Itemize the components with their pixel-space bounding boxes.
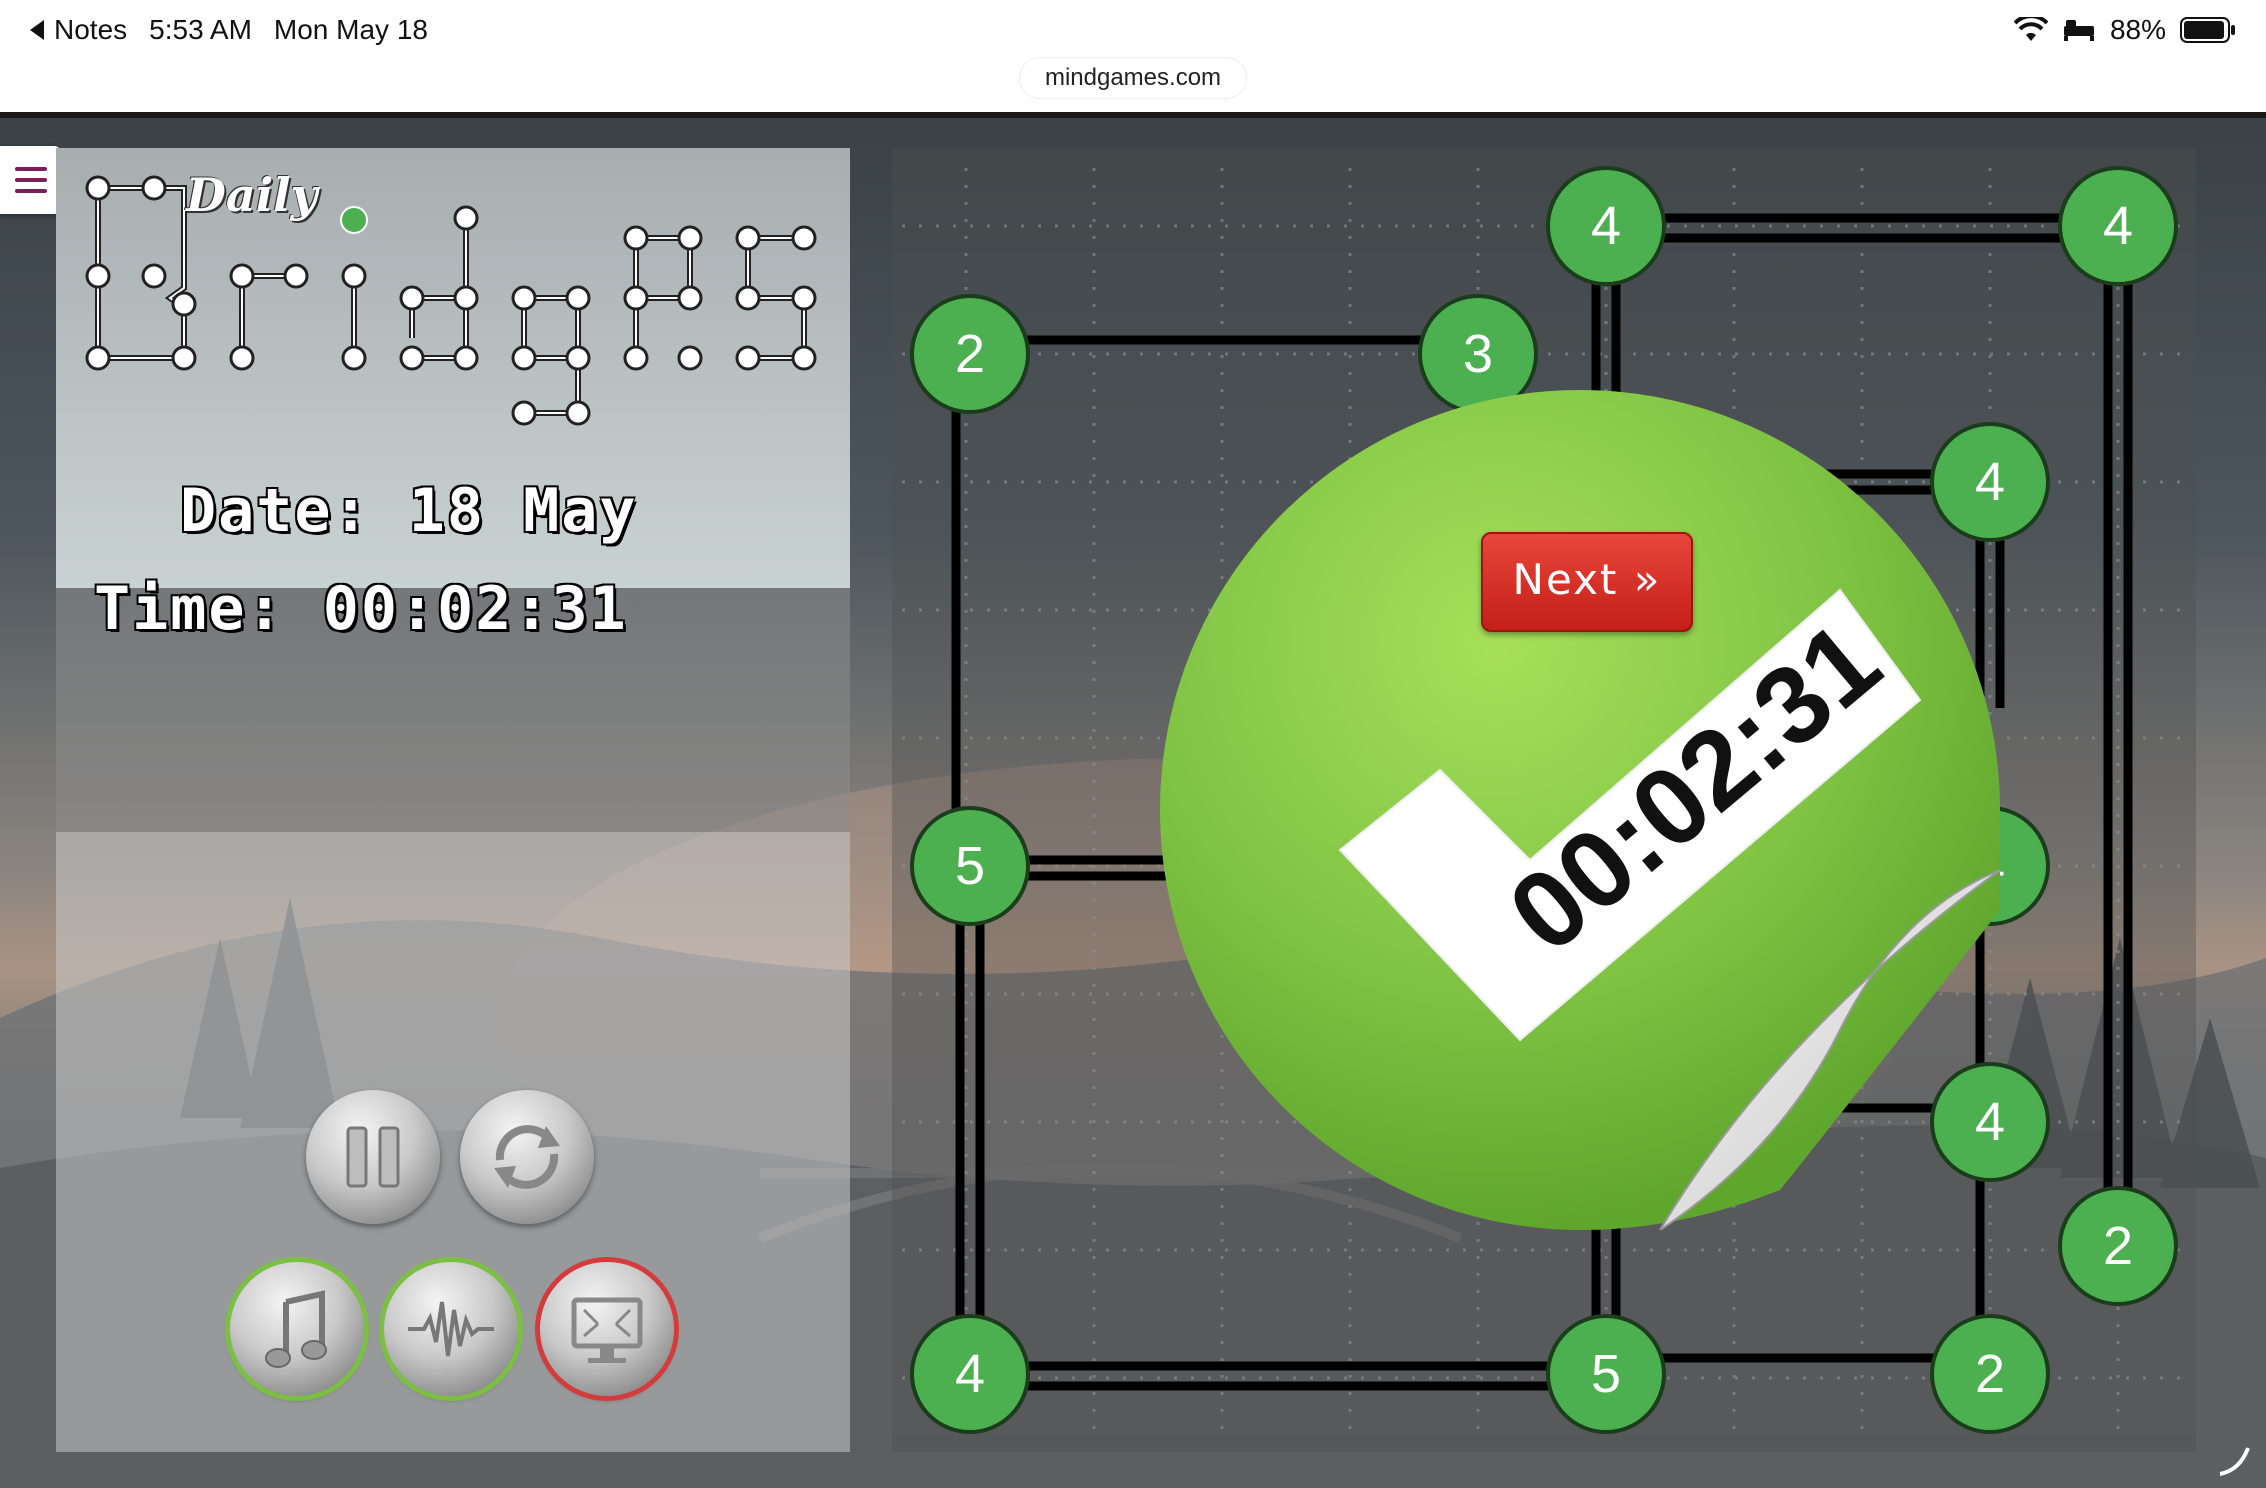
island-value: 2: [1975, 1344, 2005, 1404]
sound-toggle[interactable]: [384, 1262, 518, 1396]
back-to-notes[interactable]: Notes: [30, 14, 127, 46]
battery-percent: 88%: [2109, 14, 2166, 45]
island-value: 5: [1591, 1344, 1621, 1404]
date: Mon May 18: [273, 14, 428, 45]
island-value: 2: [2103, 1216, 2133, 1276]
bed-icon: [2063, 20, 2094, 41]
battery-icon: [2180, 17, 2235, 43]
island-11[interactable]: 5: [1546, 1314, 1666, 1434]
island-6[interactable]: 5: [910, 806, 1030, 926]
url-bar[interactable]: mindgames.com: [1020, 58, 1246, 98]
island-12[interactable]: 2: [1930, 1314, 2050, 1434]
island-value: 4: [955, 1344, 985, 1404]
menu-bar: [15, 178, 47, 182]
music-note-icon: [265, 1290, 327, 1368]
pause-icon: [346, 1126, 400, 1188]
sound-wave-icon: [408, 1301, 494, 1357]
island-3[interactable]: 2: [910, 294, 1030, 414]
island-value: 2: [955, 324, 985, 384]
sticker-time-label: 00:02:31: [1486, 599, 1902, 976]
island-1[interactable]: 4: [1546, 166, 1666, 286]
menu-bar: [15, 167, 47, 171]
timer-display: Time: 00:02:31: [94, 574, 628, 644]
date-display: Date: 18 May: [180, 476, 638, 546]
island-10[interactable]: 4: [910, 1314, 1030, 1434]
menu-bar: [15, 189, 47, 193]
next-button[interactable]: Next »: [1481, 532, 1693, 632]
monitor-icon: [571, 1297, 643, 1363]
status-bar: Notes 5:53 AM Mon May 18 88% mindgames.c…: [0, 0, 2266, 112]
island-value: 4: [1591, 196, 1621, 256]
pause-button[interactable]: [306, 1090, 440, 1224]
music-toggle[interactable]: [230, 1262, 364, 1396]
fullscreen-toggle[interactable]: [540, 1262, 674, 1396]
clock: 5:53 AM: [149, 14, 252, 45]
menu-button[interactable]: [0, 146, 62, 214]
island-2[interactable]: 4: [2058, 166, 2178, 286]
logo-daily-text: Daily: [186, 168, 318, 222]
left-panel: Daily: [56, 148, 850, 1452]
island-value: 5: [955, 836, 985, 896]
island-value: 4: [2103, 196, 2133, 256]
restart-button[interactable]: [460, 1090, 594, 1224]
back-label: Notes: [54, 14, 128, 45]
resize-handle-icon: [2219, 1447, 2250, 1476]
result-time: 00:02:31: [1486, 599, 1902, 976]
island-9[interactable]: 2: [2058, 1186, 2178, 1306]
island-value: 3: [1463, 324, 1493, 384]
wifi-icon: [2013, 17, 2048, 41]
back-triangle-icon: [30, 20, 44, 40]
restart-icon: [494, 1125, 560, 1189]
